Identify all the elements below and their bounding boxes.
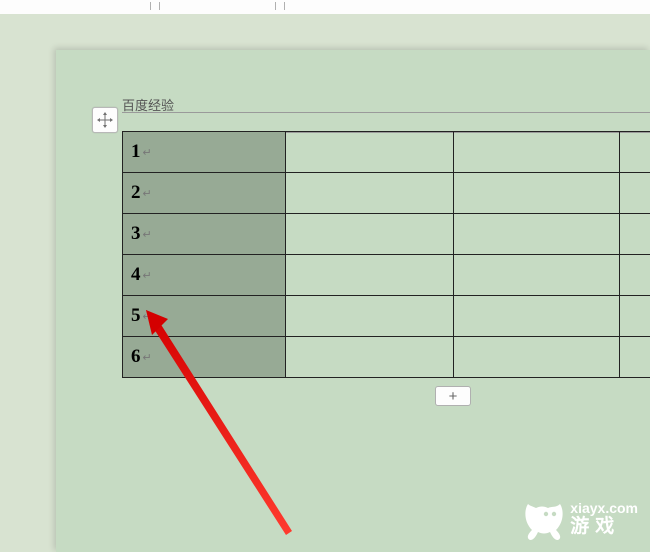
watermark: xiayx.com 游戏 bbox=[518, 496, 638, 542]
cell[interactable] bbox=[619, 296, 650, 337]
watermark-url: xiayx.com bbox=[570, 500, 638, 516]
cell-num[interactable]: 1↵ bbox=[123, 132, 286, 173]
cell[interactable] bbox=[619, 255, 650, 296]
document-table[interactable]: 1↵ 2↵ 3↵ 4↵ 5↵ bbox=[122, 131, 650, 378]
table-row[interactable]: 5↵ bbox=[123, 296, 650, 337]
table-row[interactable]: 2↵ bbox=[123, 173, 650, 214]
cell[interactable] bbox=[453, 214, 619, 255]
cell[interactable] bbox=[285, 132, 453, 173]
cell[interactable] bbox=[619, 337, 650, 378]
cell[interactable] bbox=[453, 296, 619, 337]
watermark-logo-icon bbox=[518, 496, 564, 542]
cell[interactable] bbox=[453, 337, 619, 378]
para-mark-icon: ↵ bbox=[143, 352, 152, 364]
watermark-cn: 游戏 bbox=[570, 516, 638, 538]
move-icon bbox=[97, 112, 113, 128]
table-row[interactable]: 4↵ bbox=[123, 255, 650, 296]
para-mark-icon: ↵ bbox=[143, 147, 152, 159]
plus-icon: + bbox=[449, 389, 458, 404]
cell[interactable] bbox=[619, 214, 650, 255]
para-mark-icon: ↵ bbox=[143, 311, 152, 323]
cell-num[interactable]: 4↵ bbox=[123, 255, 286, 296]
cell[interactable] bbox=[285, 214, 453, 255]
table-row[interactable]: 6↵ bbox=[123, 337, 650, 378]
cell[interactable] bbox=[285, 296, 453, 337]
para-mark-icon: ↵ bbox=[143, 270, 152, 282]
cell[interactable] bbox=[619, 132, 650, 173]
para-mark-icon: ↵ bbox=[143, 229, 152, 241]
ruler bbox=[0, 0, 650, 15]
table-row[interactable]: 1↵ bbox=[123, 132, 650, 173]
cell-num[interactable]: 5↵ bbox=[123, 296, 286, 337]
cell[interactable] bbox=[453, 173, 619, 214]
add-row-button[interactable]: + bbox=[435, 386, 471, 406]
cell[interactable] bbox=[285, 337, 453, 378]
table-move-handle[interactable] bbox=[92, 107, 118, 133]
cell-num[interactable]: 6↵ bbox=[123, 337, 286, 378]
cell[interactable] bbox=[453, 132, 619, 173]
cell-num[interactable]: 2↵ bbox=[123, 173, 286, 214]
cell[interactable] bbox=[619, 173, 650, 214]
cell[interactable] bbox=[453, 255, 619, 296]
cell[interactable] bbox=[285, 173, 453, 214]
para-mark-icon: ↵ bbox=[143, 188, 152, 200]
table-row[interactable]: 3↵ bbox=[123, 214, 650, 255]
cell[interactable] bbox=[285, 255, 453, 296]
title-input-area[interactable] bbox=[122, 112, 650, 133]
cell-num[interactable]: 3↵ bbox=[123, 214, 286, 255]
